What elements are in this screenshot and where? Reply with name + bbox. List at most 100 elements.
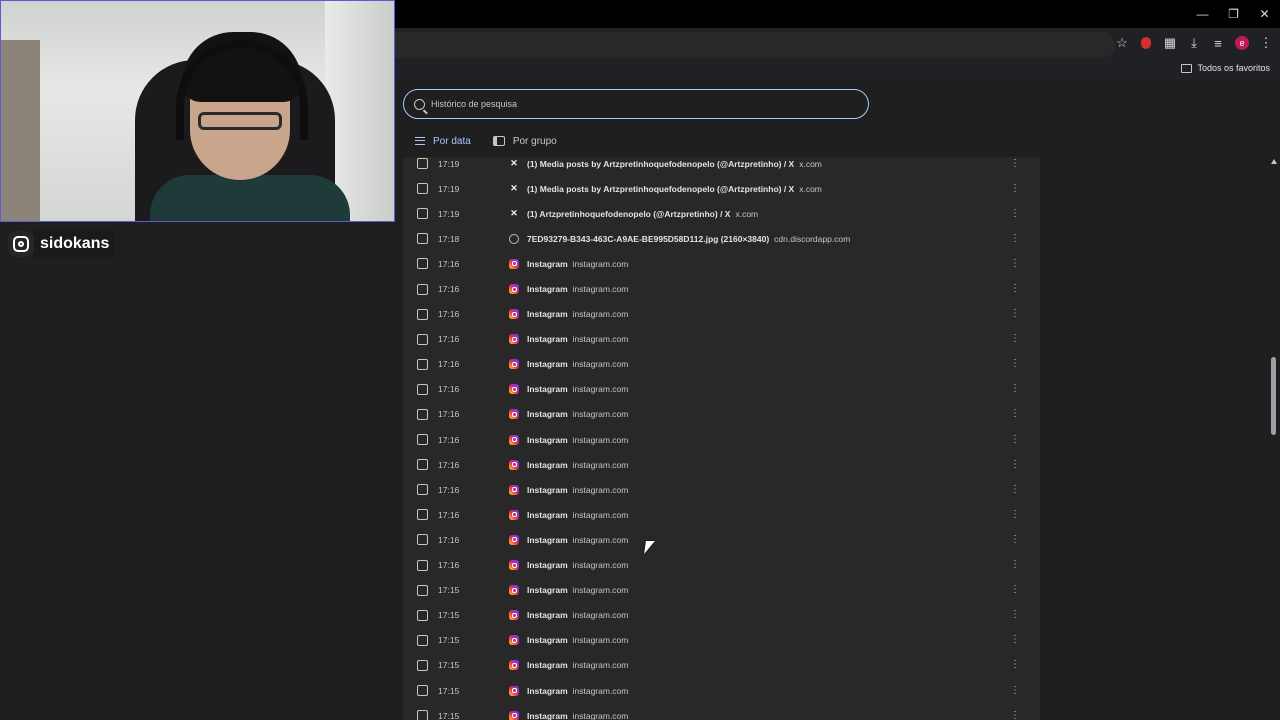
- history-row[interactable]: 17:15 Instagram instagram.com ⋮: [403, 578, 1040, 603]
- more-actions-icon[interactable]: ⋮: [1010, 158, 1020, 169]
- history-row[interactable]: 17:16 Instagram instagram.com ⋮: [403, 377, 1040, 402]
- row-checkbox[interactable]: [417, 308, 428, 320]
- menu-kebab-icon[interactable]: ⋮: [1258, 34, 1274, 52]
- row-title-link[interactable]: Instagram instagram.com: [527, 686, 628, 696]
- row-checkbox[interactable]: [417, 459, 428, 471]
- row-checkbox[interactable]: [417, 208, 428, 220]
- more-actions-icon[interactable]: ⋮: [1010, 635, 1020, 645]
- row-checkbox[interactable]: [417, 634, 428, 646]
- close-icon[interactable]: ✕: [1249, 0, 1280, 28]
- row-title-link[interactable]: (1) Media posts by Artzpretinhoquefodeno…: [527, 184, 822, 194]
- all-favorites-folder[interactable]: Todos os favoritos: [1181, 63, 1270, 73]
- row-checkbox[interactable]: [417, 659, 428, 671]
- row-checkbox[interactable]: [417, 408, 428, 420]
- more-actions-icon[interactable]: ⋮: [1010, 560, 1020, 570]
- history-row[interactable]: 17:16 Instagram instagram.com ⋮: [403, 276, 1040, 301]
- history-row[interactable]: 17:15 Instagram instagram.com ⋮: [403, 703, 1040, 720]
- row-title-link[interactable]: Instagram instagram.com: [527, 359, 628, 369]
- row-checkbox[interactable]: [417, 609, 428, 621]
- row-checkbox[interactable]: [417, 383, 428, 395]
- history-row[interactable]: 17:16 Instagram instagram.com ⋮: [403, 251, 1040, 276]
- minimize-icon[interactable]: —: [1187, 0, 1218, 28]
- row-checkbox[interactable]: [417, 183, 428, 195]
- tab-by-group[interactable]: Por grupo: [492, 136, 557, 147]
- more-actions-icon[interactable]: ⋮: [1010, 233, 1020, 244]
- more-actions-icon[interactable]: ⋮: [1010, 534, 1020, 545]
- more-actions-icon[interactable]: ⋮: [1010, 585, 1020, 595]
- more-actions-icon[interactable]: ⋮: [1010, 685, 1020, 696]
- history-row[interactable]: 17:16 Instagram instagram.com ⋮: [403, 352, 1040, 377]
- history-row[interactable]: 17:16 Instagram instagram.com ⋮: [403, 477, 1040, 502]
- row-checkbox[interactable]: [417, 358, 428, 370]
- row-title-link[interactable]: Instagram instagram.com: [527, 460, 628, 470]
- row-checkbox[interactable]: [417, 333, 428, 345]
- row-title-link[interactable]: Instagram instagram.com: [527, 485, 628, 495]
- history-row[interactable]: 17:16 Instagram instagram.com ⋮: [403, 427, 1040, 452]
- address-bar[interactable]: [395, 32, 1115, 58]
- history-search-box[interactable]: [403, 89, 869, 119]
- row-title-link[interactable]: (1) Artzpretinhoquefodenopelo (@Artzpret…: [527, 209, 758, 219]
- more-actions-icon[interactable]: ⋮: [1010, 509, 1020, 520]
- more-actions-icon[interactable]: ⋮: [1010, 434, 1020, 445]
- row-checkbox[interactable]: [417, 559, 428, 571]
- row-title-link[interactable]: Instagram instagram.com: [527, 284, 628, 294]
- history-row[interactable]: 17:16 Instagram instagram.com ⋮: [403, 402, 1040, 427]
- row-title-link[interactable]: Instagram instagram.com: [527, 510, 628, 520]
- row-title-link[interactable]: Instagram instagram.com: [527, 535, 628, 545]
- history-row[interactable]: 17:19 ✕ (1) Media posts by Artzpretinhoque…: [403, 176, 1040, 201]
- history-row[interactable]: 17:15 Instagram instagram.com ⋮: [403, 628, 1040, 653]
- history-row[interactable]: 17:16 Instagram instagram.com ⋮: [403, 452, 1040, 477]
- row-checkbox[interactable]: [417, 484, 428, 496]
- history-row[interactable]: 17:15 Instagram instagram.com ⋮: [403, 678, 1040, 703]
- more-actions-icon[interactable]: ⋮: [1010, 459, 1020, 470]
- row-checkbox[interactable]: [417, 584, 428, 596]
- row-title-link[interactable]: Instagram instagram.com: [527, 711, 628, 720]
- row-title-link[interactable]: 7ED93279-B343-463C-A9AE-BE995D58D112.jpg…: [527, 234, 850, 244]
- row-checkbox[interactable]: [417, 509, 428, 521]
- row-title-link[interactable]: Instagram instagram.com: [527, 409, 628, 419]
- scrollbar[interactable]: [1268, 157, 1280, 720]
- scroll-up-icon[interactable]: [1271, 159, 1277, 164]
- row-title-link[interactable]: Instagram instagram.com: [527, 660, 628, 670]
- history-row[interactable]: 17:19 ✕ (1) Artzpretinhoquefodenopelo (@Ar…: [403, 201, 1040, 226]
- history-search-input[interactable]: [431, 99, 831, 109]
- row-checkbox[interactable]: [417, 534, 428, 546]
- row-title-link[interactable]: Instagram instagram.com: [527, 384, 628, 394]
- history-row[interactable]: 17:19 ✕ (1) Media posts by Artzpretinhoque…: [403, 157, 1040, 176]
- row-title-link[interactable]: (1) Media posts by Artzpretinhoquefodeno…: [527, 159, 822, 169]
- history-row[interactable]: 17:16 Instagram instagram.com ⋮: [403, 502, 1040, 527]
- row-title-link[interactable]: Instagram instagram.com: [527, 259, 628, 269]
- bookmark-star-icon[interactable]: ☆: [1114, 34, 1130, 52]
- row-title-link[interactable]: Instagram instagram.com: [527, 585, 628, 595]
- row-checkbox[interactable]: [417, 258, 428, 270]
- row-checkbox[interactable]: [417, 158, 428, 170]
- restore-icon[interactable]: ❐: [1218, 0, 1249, 28]
- row-title-link[interactable]: Instagram instagram.com: [527, 635, 628, 645]
- more-actions-icon[interactable]: ⋮: [1010, 359, 1020, 369]
- row-checkbox[interactable]: [417, 434, 428, 446]
- history-row[interactable]: 17:15 Instagram instagram.com ⋮: [403, 603, 1040, 628]
- row-checkbox[interactable]: [417, 710, 428, 720]
- more-actions-icon[interactable]: ⋮: [1010, 309, 1020, 319]
- row-title-link[interactable]: Instagram instagram.com: [527, 334, 628, 344]
- row-title-link[interactable]: Instagram instagram.com: [527, 560, 628, 570]
- row-title-link[interactable]: Instagram instagram.com: [527, 435, 628, 445]
- more-actions-icon[interactable]: ⋮: [1010, 384, 1020, 394]
- extensions-puzzle-icon[interactable]: ▦: [1162, 34, 1178, 52]
- more-actions-icon[interactable]: ⋮: [1010, 484, 1020, 495]
- extension-red-icon[interactable]: [1138, 34, 1154, 52]
- history-row[interactable]: 17:18 7ED93279-B343-463C-A9AE-BE995D58D11…: [403, 226, 1040, 251]
- more-actions-icon[interactable]: ⋮: [1010, 409, 1020, 419]
- more-actions-icon[interactable]: ⋮: [1010, 610, 1020, 620]
- history-row[interactable]: 17:15 Instagram instagram.com ⋮: [403, 653, 1040, 678]
- history-row[interactable]: 17:16 Instagram instagram.com ⋮: [403, 527, 1040, 552]
- row-checkbox[interactable]: [417, 283, 428, 295]
- history-row[interactable]: 17:16 Instagram instagram.com ⋮: [403, 553, 1040, 578]
- profile-avatar[interactable]: e: [1234, 34, 1250, 52]
- tab-by-date[interactable]: Por data: [415, 136, 471, 147]
- download-icon[interactable]: ⤓: [1186, 34, 1202, 52]
- more-actions-icon[interactable]: ⋮: [1010, 183, 1020, 194]
- scroll-thumb[interactable]: [1271, 357, 1276, 435]
- row-title-link[interactable]: Instagram instagram.com: [527, 610, 628, 620]
- row-checkbox[interactable]: [417, 685, 428, 697]
